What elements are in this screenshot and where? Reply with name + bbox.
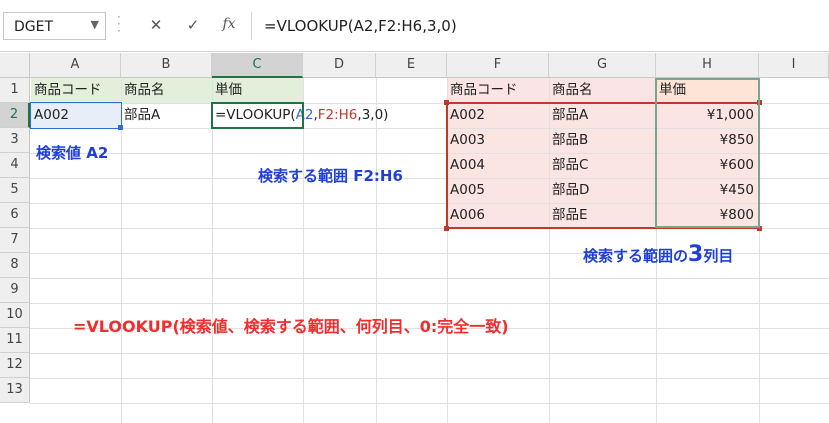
row-header-1[interactable]: 1 (0, 78, 30, 103)
column-header-g[interactable]: G (549, 53, 656, 78)
gridline-row-13 (30, 403, 829, 404)
row-header-8[interactable]: 8 (0, 253, 30, 278)
cell-g1[interactable]: 商品名 (549, 78, 656, 103)
formula-bar-divider (0, 51, 829, 52)
row-header-6[interactable]: 6 (0, 203, 30, 228)
annotation-third-column-pre: 検索する範囲の (583, 247, 689, 265)
name-box-value: DGET (14, 19, 54, 35)
gridline-row-8 (30, 278, 829, 279)
column-header-e[interactable]: E (376, 53, 447, 78)
insert-function-icon[interactable]: fx (218, 16, 240, 32)
row-header-4[interactable]: 4 (0, 153, 30, 178)
cell-b2[interactable]: 部品A (121, 103, 212, 128)
annotation-third-column-num: 3 (688, 242, 704, 267)
annotation-syntax: =VLOOKUP(検索値、検索する範囲、何列目、0:完全一致) (73, 317, 509, 336)
cell-c1[interactable]: 単価 (212, 78, 303, 103)
range-handle-a2[interactable] (118, 125, 123, 130)
annotation-third-column-post: 列目 (703, 247, 734, 265)
chevron-down-icon[interactable]: ▼ (91, 18, 99, 31)
formula-input[interactable]: =VLOOKUP(A2,F2:H6,3,0) (251, 12, 829, 40)
column-header-i[interactable]: I (759, 53, 829, 78)
gridline-row-11 (30, 353, 829, 354)
row-header-9[interactable]: 9 (0, 278, 30, 303)
gridline-col-c (303, 78, 304, 423)
formula-suffix: ,3,0) (357, 107, 389, 123)
range-handle-tl[interactable] (444, 100, 449, 105)
column-header-c[interactable]: C (212, 53, 303, 78)
column-header-a[interactable]: A (30, 53, 121, 78)
select-all-corner[interactable] (0, 53, 30, 78)
cell-a1[interactable]: 商品コード (31, 78, 121, 103)
row-header-11[interactable]: 11 (0, 328, 30, 353)
name-box[interactable]: DGET ▼ (3, 12, 106, 40)
drag-handle-icon[interactable]: · · · (117, 11, 121, 37)
annotation-search-range: 検索する範囲 F2:H6 (258, 167, 403, 185)
formula-ref-f2-h6: F2:H6 (317, 107, 358, 123)
column-header-b[interactable]: B (121, 53, 212, 78)
gridline-col-b (212, 78, 213, 423)
worksheet-grid[interactable]: A B C D E F G H I 1 2 3 4 5 6 7 8 9 10 1… (0, 53, 829, 423)
row-header-10[interactable]: 10 (0, 303, 30, 328)
formula-text: =VLOOKUP(A2,F2:H6,3,0) (264, 17, 457, 35)
enter-icon[interactable]: ✓ (182, 16, 204, 34)
column-header-f[interactable]: F (447, 53, 549, 78)
formula-bar: DGET ▼ · · · ✕ ✓ fx =VLOOKUP(A2,F2:H6,3,0) (0, 0, 829, 52)
cancel-icon[interactable]: ✕ (145, 16, 167, 34)
row-header-7[interactable]: 7 (0, 228, 30, 253)
row-header-5[interactable]: 5 (0, 178, 30, 203)
column-header-h[interactable]: H (656, 53, 759, 78)
gridline-col-d (376, 78, 377, 423)
annotation-lookup-value: 検索値 A2 (36, 144, 109, 162)
range-handle-bl[interactable] (444, 226, 449, 231)
row-header-13[interactable]: 13 (0, 378, 30, 403)
active-cell-c2 (211, 102, 304, 129)
gridline-row-12 (30, 378, 829, 379)
gridline-row-9 (30, 303, 829, 304)
range-highlight-a2 (30, 102, 122, 129)
cell-b1[interactable]: 商品名 (121, 78, 212, 103)
row-header-12[interactable]: 12 (0, 353, 30, 378)
cell-f1[interactable]: 商品コード (447, 78, 549, 103)
row-header-3[interactable]: 3 (0, 128, 30, 153)
third-column-highlight (655, 78, 760, 228)
row-header-2[interactable]: 2 (0, 103, 30, 128)
annotation-third-column: 検索する範囲の3列目 (583, 242, 733, 267)
column-header-d[interactable]: D (303, 53, 376, 78)
